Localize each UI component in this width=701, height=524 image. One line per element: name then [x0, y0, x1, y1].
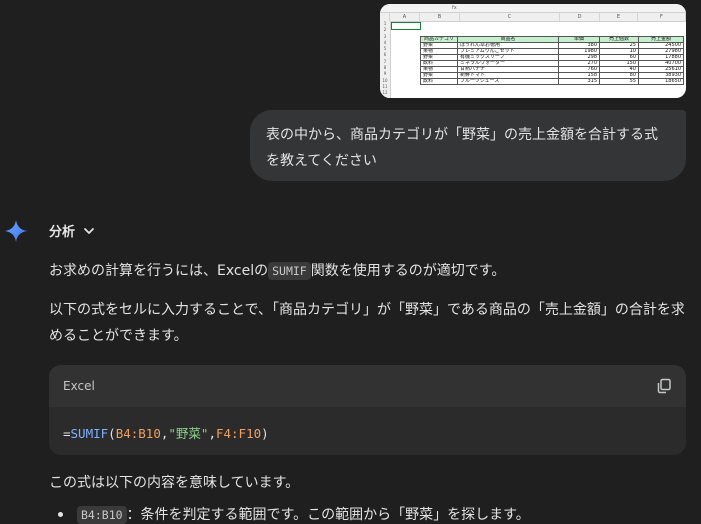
code-content[interactable]: =SUMIF(B4:B10,"野菜",F4:F10)	[49, 407, 686, 455]
sheet-table: 商品カテゴリ 商品名 単価 売上個数 売上金額 野菜 ほうれん草お徳用 380 25 2…	[420, 36, 684, 85]
bullet-text: ：条件を判定する範囲です。この範囲から「野菜」を探します。	[126, 507, 530, 523]
code-language-label: Excel	[63, 379, 95, 393]
user-message-bubble: 表の中から、商品カテゴリが「野菜」の売上金額を合計する式を教えてください	[250, 110, 686, 181]
code-token: )	[261, 426, 269, 441]
row-numbers: 1 2 3 4 5 6 7 8 9 10 11 12	[380, 21, 391, 98]
sheet-cell: 315	[558, 78, 600, 85]
col-f: F	[638, 13, 686, 21]
code-token: =	[63, 426, 71, 441]
chevron-down-icon	[84, 227, 94, 234]
sheet-cell: フルーツジュース	[457, 78, 559, 85]
sheet-header-cell: 商品カテゴリ	[420, 36, 458, 43]
list-item: B4:B10 ：条件を判定する範囲です。この範囲から「野菜」を探します。	[58, 504, 530, 524]
code-token: B4:B10	[115, 426, 161, 441]
code-block: Excel =SUMIF(B4:B10,"野菜",F4:F10)	[49, 365, 686, 455]
formula-bar: fx	[380, 4, 686, 13]
para1-text-before: お求めの計算を行うには、Excelの	[49, 263, 269, 279]
code-token: SUMIF	[70, 426, 109, 441]
col-d: D	[560, 13, 600, 21]
col-a: A	[390, 13, 420, 21]
user-message-text: 表の中から、商品カテゴリが「野菜」の売上金額を合計する式を教えてください	[266, 127, 658, 169]
code-token: F4:F10	[215, 426, 262, 441]
inline-code-sumif: SUMIF	[268, 262, 311, 280]
bullet-dot	[58, 511, 63, 517]
col-e: E	[600, 13, 638, 21]
sheet-cell: 飲料	[420, 78, 458, 85]
copy-icon[interactable]	[656, 378, 672, 394]
code-token: (	[108, 426, 116, 441]
para1-text-after: 関数を使用するのが適切です。	[310, 263, 506, 279]
selected-cell	[391, 22, 421, 30]
analysis-label: 分析	[49, 225, 76, 240]
attached-image-thumbnail[interactable]: fx A B C D E F 1 2 3 4 5 6 7 8 9 10 11 12 商品カテゴリ 商品…	[380, 4, 686, 98]
column-headers: A B C D E F	[380, 13, 686, 22]
col-b: B	[420, 13, 460, 21]
inline-code-range: B4:B10	[77, 506, 127, 524]
sheet-cell: 18650	[638, 78, 684, 85]
sparkle-icon	[5, 220, 27, 242]
analysis-toggle[interactable]: 分析	[49, 221, 95, 240]
col-c: C	[460, 13, 560, 21]
code-block-header: Excel	[49, 365, 686, 407]
sheet-row: 飲料 フルーツジュース 315 55 18650	[420, 78, 684, 85]
code-token: ,	[208, 426, 216, 441]
row-number: 12	[382, 90, 388, 96]
response-paragraph-2: 以下の式をセルに入力することで、「商品カテゴリ」が「野菜」である商品の「売上金額…	[49, 302, 685, 344]
response-paragraph-1: お求めの計算を行うには、Excelの SUMIF 関数を使用するのが適切です。	[49, 258, 689, 284]
sheet-cell: 55	[599, 78, 639, 85]
code-token: "野菜"	[168, 426, 209, 441]
response-paragraph-3: この式は以下の内容を意味しています。	[49, 475, 300, 491]
